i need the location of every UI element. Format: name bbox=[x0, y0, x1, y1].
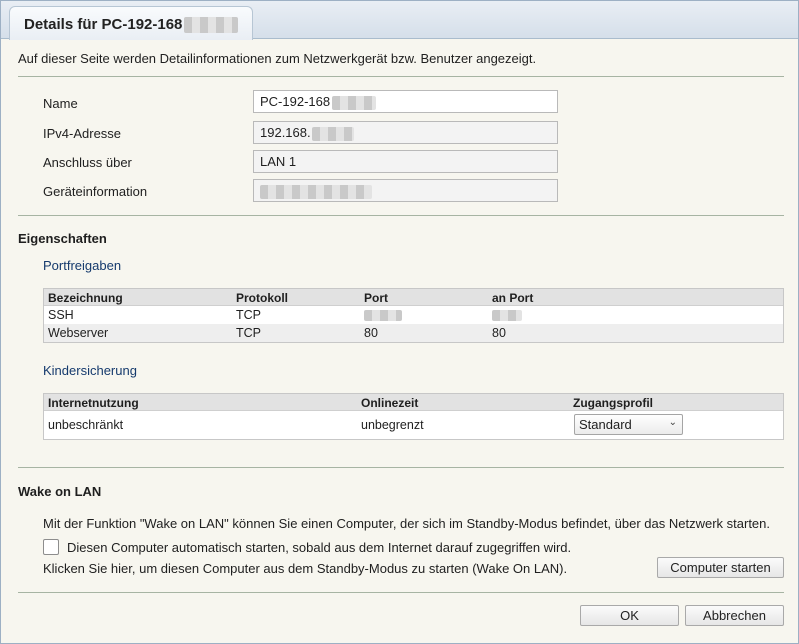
redacted-name-suffix bbox=[332, 95, 377, 110]
ipv4-label: IPv4-Adresse bbox=[43, 126, 122, 141]
chevron-down-icon: ⌄ bbox=[668, 417, 677, 428]
ipv4-field: 192.168. bbox=[253, 121, 558, 144]
connection-field: LAN 1 bbox=[253, 150, 558, 173]
connection-value: LAN 1 bbox=[260, 154, 297, 169]
zugangsprofil-select[interactable]: Standard ⌄ bbox=[574, 414, 683, 435]
zugangsprofil-value: Standard bbox=[579, 417, 632, 432]
auto-start-label: Diesen Computer automatisch starten, sob… bbox=[67, 540, 572, 555]
title-tab: Details für PC-192-168 bbox=[9, 6, 253, 40]
column-header: Zugangsprofil bbox=[573, 396, 653, 410]
redacted-port bbox=[364, 310, 402, 322]
divider bbox=[18, 592, 784, 593]
auto-start-checkbox[interactable] bbox=[43, 539, 59, 555]
divider bbox=[18, 76, 784, 77]
wol-description: Mit der Funktion "Wake on LAN" können Si… bbox=[43, 516, 770, 531]
redacted-deviceinfo bbox=[260, 184, 372, 199]
portfreigaben-heading: Portfreigaben bbox=[43, 258, 122, 273]
redacted-title-suffix bbox=[184, 17, 239, 34]
cell-internetnutzung: unbeschränkt bbox=[48, 418, 124, 432]
column-header: Protokoll bbox=[236, 291, 289, 305]
wol-heading: Wake on LAN bbox=[18, 484, 102, 499]
kindersicherung-heading: Kindersicherung bbox=[43, 363, 137, 378]
computer-starten-button[interactable]: Computer starten bbox=[657, 557, 784, 578]
divider bbox=[18, 467, 784, 468]
dialog-title: Details für PC-192-168 bbox=[24, 16, 239, 34]
column-header: Internetnutzung bbox=[48, 396, 139, 410]
cancel-button[interactable]: Abbrechen bbox=[685, 605, 784, 626]
cell-an-port bbox=[492, 308, 522, 322]
ok-button[interactable]: OK bbox=[580, 605, 679, 626]
dialog-title-text: Details für PC-192-168 bbox=[24, 16, 183, 33]
column-header: an Port bbox=[492, 291, 534, 305]
table-row[interactable]: SSH TCP bbox=[44, 306, 783, 324]
cell-bezeichnung: Webserver bbox=[48, 326, 109, 340]
connection-label: Anschluss über bbox=[43, 155, 132, 170]
cell-an-port: 80 bbox=[492, 326, 506, 340]
cell-protokoll: TCP bbox=[236, 308, 261, 322]
divider bbox=[18, 215, 784, 216]
properties-heading: Eigenschaften bbox=[18, 231, 107, 246]
column-header: Onlinezeit bbox=[361, 396, 419, 410]
deviceinfo-label: Geräteinformation bbox=[43, 184, 148, 199]
start-hint: Klicken Sie hier, um diesen Computer aus… bbox=[43, 561, 568, 576]
table-row: unbeschränkt unbegrenzt Standard ⌄ bbox=[44, 411, 783, 439]
table-header: Internetnutzung Onlinezeit Zugangsprofil bbox=[44, 394, 783, 411]
table-row[interactable]: Webserver TCP 80 80 bbox=[44, 324, 783, 342]
device-details-dialog: Details für PC-192-168 Auf dieser Seite … bbox=[0, 0, 799, 644]
title-bar: Details für PC-192-168 bbox=[1, 1, 798, 40]
cell-bezeichnung: SSH bbox=[48, 308, 74, 322]
cell-port bbox=[364, 308, 402, 322]
cell-protokoll: TCP bbox=[236, 326, 261, 340]
portfreigaben-table: Bezeichnung Protokoll Port an Port SSH T… bbox=[43, 288, 784, 343]
deviceinfo-field bbox=[253, 179, 558, 202]
name-label: Name bbox=[43, 96, 78, 111]
cell-port: 80 bbox=[364, 326, 378, 340]
ipv4-value: 192.168. bbox=[260, 125, 311, 140]
intro-text: Auf dieser Seite werden Detailinformatio… bbox=[18, 51, 537, 66]
column-header: Port bbox=[364, 291, 388, 305]
kindersicherung-table: Internetnutzung Onlinezeit Zugangsprofil… bbox=[43, 393, 784, 440]
cell-onlinezeit: unbegrenzt bbox=[361, 418, 424, 432]
redacted-ip-suffix bbox=[311, 126, 354, 141]
name-field[interactable]: PC-192-168 bbox=[253, 90, 558, 113]
name-value: PC-192-168 bbox=[260, 94, 331, 109]
redacted-an-port bbox=[492, 310, 522, 322]
table-header: Bezeichnung Protokoll Port an Port bbox=[44, 289, 783, 306]
column-header: Bezeichnung bbox=[48, 291, 123, 305]
